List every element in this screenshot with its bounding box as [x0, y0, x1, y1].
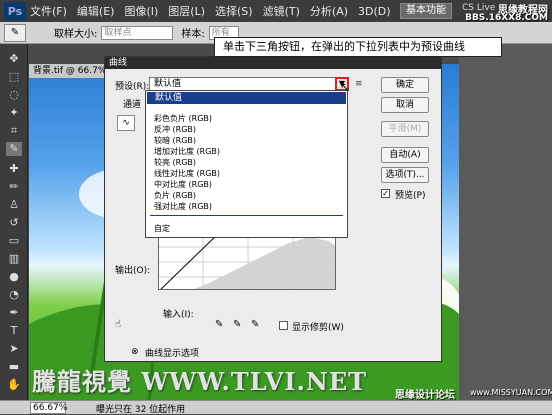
move-tool-icon[interactable]: ✥ — [6, 52, 22, 66]
lasso-tool-icon[interactable]: ◌ — [6, 88, 22, 102]
menu-bar: Ps 文件(F) 编辑(E) 图像(I) 图层(L) 选择(S) 滤镜(T) 分… — [0, 0, 552, 23]
hand-adjust-icon[interactable]: ☝ — [115, 319, 121, 330]
marquee-tool-icon[interactable]: ⬚ — [6, 70, 22, 84]
ok-button[interactable]: 确定 — [381, 77, 429, 93]
crop-tool-icon[interactable]: ⌗ — [6, 124, 22, 138]
status-bar: 66.67% 曝光只在 32 位起作用 — [0, 400, 552, 415]
menu-item-image[interactable]: 图像(I) — [124, 3, 158, 19]
dropdown-item[interactable]: 强对比度 (RGB) — [154, 201, 212, 212]
sample-label: 样本: — [181, 29, 205, 40]
dropdown-item-custom[interactable]: 自定 — [154, 223, 170, 234]
options-button[interactable]: 选项(T)... — [381, 167, 429, 183]
dodge-tool-icon[interactable]: ◔ — [6, 288, 22, 302]
dropdown-divider — [150, 215, 343, 216]
menu-item-file[interactable]: 文件(F) — [30, 3, 67, 19]
status-info: 曝光只在 32 位起作用 — [96, 405, 186, 415]
eyedropper-tool-icon[interactable]: ✎ — [6, 142, 22, 156]
curve-graph[interactable] — [158, 232, 336, 290]
dropdown-item[interactable]: 反冲 (RGB) — [154, 124, 196, 135]
dropdown-item-default[interactable]: 默认值 — [147, 92, 346, 104]
dropdown-item[interactable]: 较暗 (RGB) — [154, 135, 196, 146]
workspace-button[interactable]: 基本功能 — [400, 3, 452, 19]
output-label: 输出(O): — [115, 266, 151, 276]
show-clipping-label: 显示修剪(W) — [292, 323, 344, 333]
path-select-tool-icon[interactable]: ➤ — [6, 342, 22, 356]
blur-tool-icon[interactable]: ● — [6, 270, 22, 284]
input-label: 输入(I): — [163, 310, 194, 320]
dialog-title: 曲线 — [105, 57, 441, 69]
menu-item-3d[interactable]: 3D(D) — [358, 5, 391, 18]
menu-item-edit[interactable]: 编辑(E) — [77, 3, 115, 19]
hand-tool-icon[interactable]: ✋ — [6, 378, 22, 392]
watermark-bottom: 騰龍視覺 WWW.TLVI.NET — [32, 367, 368, 396]
healing-tool-icon[interactable]: ✚ — [6, 162, 22, 176]
quick-select-tool-icon[interactable]: ✦ — [6, 106, 22, 120]
white-eyedropper-icon[interactable]: ✎ — [251, 319, 259, 330]
curve-histogram — [159, 233, 335, 289]
show-clipping-checkbox[interactable] — [279, 321, 288, 330]
pen-tool-icon[interactable]: ✒ — [6, 306, 22, 320]
auto-button[interactable]: 自动(A) — [381, 147, 429, 163]
dropdown-item[interactable]: 彩色负片 (RGB) — [154, 113, 212, 124]
dropdown-item[interactable]: 负片 (RGB) — [154, 190, 196, 201]
photoshop-logo-icon: Ps — [4, 2, 26, 20]
cancel-button[interactable]: 取消 — [381, 97, 429, 113]
eraser-tool-icon[interactable]: ▭ — [6, 234, 22, 248]
mouse-cursor-icon: ↖ — [340, 80, 351, 94]
watermark-bottom-right-url: www.MISSYUAN.COM — [470, 388, 552, 397]
history-brush-icon[interactable]: ↺ — [6, 216, 22, 230]
preset-select[interactable]: 默认值 — [149, 77, 349, 91]
brush-tool-icon[interactable]: ✏ — [6, 180, 22, 194]
right-panels — [459, 44, 552, 400]
menu-item-filter[interactable]: 滤镜(T) — [263, 3, 300, 19]
watermark-bottom-right: 思缘设计论坛 — [395, 390, 455, 401]
sample-size-label: 取样大小: — [54, 29, 98, 40]
tools-panel: ✥ ⬚ ◌ ✦ ⌗ ✎ ✚ ✏ ♙ ↺ ▭ ▥ ● ◔ ✒ T ➤ ▬ ✋ — [0, 44, 28, 400]
cs-live-button[interactable]: CS Live — [462, 3, 495, 13]
tutorial-callout: 单击下三角按钮，在弹出的下拉列表中为预设曲线 — [214, 37, 502, 57]
menu-item-layer[interactable]: 图层(L) — [168, 3, 205, 19]
type-tool-icon[interactable]: T — [6, 324, 22, 338]
preview-checkbox[interactable]: ✓ — [381, 189, 390, 198]
menu-item-select[interactable]: 选择(S) — [215, 3, 253, 19]
stamp-tool-icon[interactable]: ♙ — [6, 198, 22, 212]
curve-display-toggle-icon[interactable]: ⊗ — [131, 347, 139, 357]
menu-item-analysis[interactable]: 分析(A) — [310, 3, 348, 19]
channel-label: 通道 — [123, 100, 142, 110]
smooth-button[interactable]: 平滑(M) — [381, 121, 429, 137]
zoom-field[interactable]: 66.67% — [30, 402, 67, 414]
dropdown-item[interactable]: 较亮 (RGB) — [154, 157, 196, 168]
gradient-tool-icon[interactable]: ▥ — [6, 252, 22, 266]
gray-eyedropper-icon[interactable]: ✎ — [233, 319, 241, 330]
preview-label: 预览(P) — [395, 191, 426, 201]
dropdown-item[interactable]: 增加对比度 (RGB) — [154, 146, 220, 157]
preset-options-icon[interactable]: ≡ — [355, 79, 363, 89]
black-eyedropper-icon[interactable]: ✎ — [215, 319, 223, 330]
curve-edit-points-icon[interactable]: ∿ — [117, 115, 135, 131]
dropdown-item[interactable]: 线性对比度 (RGB) — [154, 168, 220, 179]
sample-size-select[interactable]: 取样点 — [101, 25, 174, 40]
shape-tool-icon[interactable]: ▬ — [6, 360, 22, 374]
eyedropper-icon[interactable]: ✎ — [4, 23, 26, 42]
dropdown-item[interactable]: 中对比度 (RGB) — [154, 179, 212, 190]
curve-display-options-label[interactable]: 曲线显示选项 — [145, 346, 199, 359]
preset-dropdown-list: 默认值 彩色负片 (RGB) 反冲 (RGB) 较暗 (RGB) 增加对比度 (… — [145, 90, 348, 238]
